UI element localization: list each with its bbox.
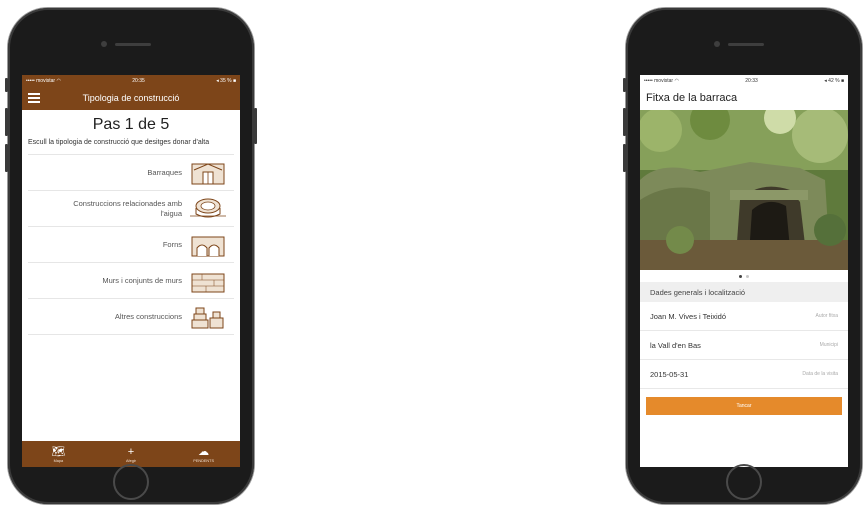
- carrier-text: ••••• movistar: [644, 77, 674, 84]
- field-municipality[interactable]: la Vall d'en Bas Municipi: [640, 331, 848, 360]
- type-label: Barraques: [147, 167, 182, 177]
- type-label: Forns: [162, 239, 182, 249]
- tab-label: PENDENTS: [193, 458, 214, 463]
- battery-indicator: ◂ 35 % ■: [216, 77, 236, 84]
- tab-pendents[interactable]: ☁ PENDENTS: [179, 446, 229, 463]
- tab-label: Afegir: [126, 458, 136, 463]
- wifi-icon: ◠: [674, 77, 679, 84]
- front-camera: [101, 41, 107, 47]
- close-button[interactable]: Tancar: [646, 397, 842, 415]
- header-area: ••••• movistar ◠ 20:35 ◂ 35 % ■ Tipologi…: [22, 75, 240, 110]
- time-label: 20:35: [132, 77, 145, 84]
- step-title: Pas 1 de 5: [92, 116, 170, 133]
- type-row-aigua[interactable]: Construccions relacionades amb l'aigua: [28, 191, 234, 227]
- mute-switch: [623, 78, 626, 92]
- map-icon: 🗺: [51, 445, 66, 458]
- field-value: la Vall d'en Bas: [650, 340, 701, 350]
- field-label: Municipi: [819, 342, 838, 348]
- wifi-icon: ◠: [56, 77, 61, 84]
- section-header: Dades generals i localització: [640, 282, 848, 302]
- field-author[interactable]: Joan M. Vives i Teixidó Autor fitxa: [640, 302, 848, 331]
- type-label: Murs i conjunts de murs: [102, 275, 182, 285]
- front-camera: [714, 41, 720, 47]
- screen-left: ••••• movistar ◠ 20:35 ◂ 35 % ■ Tipologi…: [22, 75, 240, 467]
- tab-mapa[interactable]: 🗺 Mapa: [33, 446, 83, 463]
- home-button: [113, 464, 149, 500]
- carousel-indicator[interactable]: [640, 270, 848, 282]
- type-label: Construccions relacionades amb l'aigua: [73, 198, 182, 218]
- stack-icon: [191, 307, 224, 328]
- time-label: 20:33: [745, 77, 758, 84]
- field-label: Data de la visita: [802, 371, 838, 377]
- volume-up-button: [5, 108, 8, 136]
- construction-type-list: Barraques Construccions relacionades amb…: [28, 154, 234, 335]
- status-bar: ••••• movistar ◠ 20:35 ◂ 35 % ■: [22, 75, 240, 86]
- earpiece-speaker: [115, 43, 151, 46]
- screen-right: ••••• movistar ◠ 20:33 ◂ 42 % ■ Fitxa de…: [640, 75, 848, 467]
- type-row-forns[interactable]: Forns: [28, 227, 234, 263]
- plus-icon: +: [127, 445, 135, 458]
- kiln-icon: [191, 236, 225, 256]
- hamburger-icon[interactable]: [28, 93, 40, 103]
- home-button: [726, 464, 762, 500]
- type-row-murs[interactable]: Murs i conjunts de murs: [28, 263, 234, 299]
- earpiece-speaker: [728, 43, 764, 46]
- type-row-barraques[interactable]: Barraques: [28, 155, 234, 191]
- field-value: Joan M. Vives i Teixidó: [650, 311, 727, 321]
- page-title: Fitxa de la barraca: [646, 92, 738, 104]
- volume-down-button: [623, 144, 626, 172]
- carousel-dot-active[interactable]: [739, 274, 742, 278]
- carrier-text: ••••• movistar: [26, 77, 56, 84]
- field-visit-date[interactable]: 2015-05-31 Data de la visita: [640, 360, 848, 389]
- phone-right: ••••• movistar ◠ 20:33 ◂ 42 % ■ Fitxa de…: [623, 8, 862, 504]
- mute-switch: [5, 78, 8, 92]
- page-title: Tipologia de construcció: [82, 93, 180, 103]
- status-bar: ••••• movistar ◠ 20:33 ◂ 42 % ■: [640, 75, 848, 86]
- carrier-label: ••••• movistar ◠: [26, 78, 61, 84]
- field-label: Autor fitxa: [815, 313, 838, 319]
- instruction-text: Escull la tipologia de construcció que d…: [28, 139, 210, 146]
- phone-left: ••••• movistar ◠ 20:35 ◂ 35 % ■ Tipologi…: [5, 8, 257, 504]
- type-label: Altres construccions: [114, 311, 182, 321]
- carousel-dot[interactable]: [746, 274, 749, 278]
- hut-icon: [191, 162, 225, 184]
- type-row-altres[interactable]: Altres construccions: [28, 299, 234, 335]
- app-bar: Tipologia de construcció: [22, 86, 240, 110]
- tab-afegir[interactable]: + Afegir: [106, 446, 156, 463]
- carrier-label: ••••• movistar ◠: [644, 78, 679, 84]
- well-icon: [190, 198, 226, 217]
- hut-photo[interactable]: [640, 110, 848, 270]
- power-button: [254, 108, 257, 144]
- cloud-upload-icon: ☁: [198, 445, 210, 458]
- wall-icon: [191, 273, 225, 292]
- volume-up-button: [623, 108, 626, 136]
- tab-label: Mapa: [53, 458, 64, 463]
- volume-down-button: [5, 144, 8, 172]
- field-value: 2015-05-31: [650, 369, 689, 379]
- battery-indicator: ◂ 42 % ■: [824, 77, 844, 84]
